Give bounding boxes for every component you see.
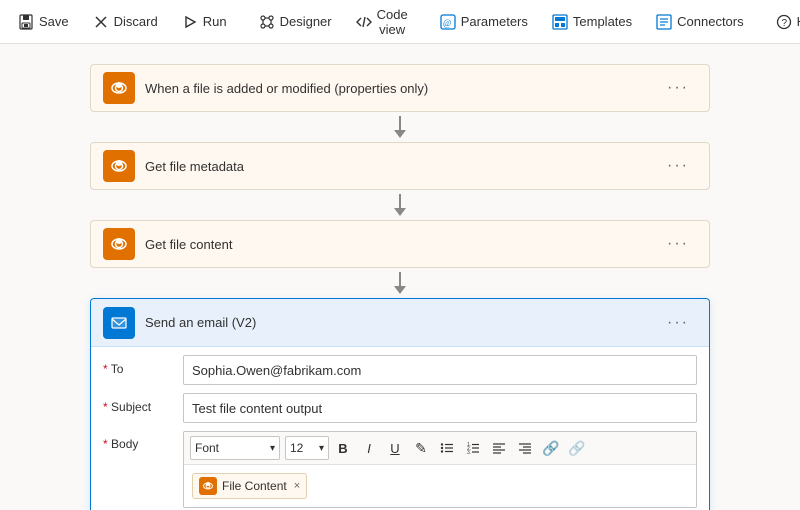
templates-icon [552, 14, 568, 30]
to-required: * [103, 362, 111, 376]
subject-required: * [103, 400, 111, 414]
font-size: 12 [290, 441, 303, 455]
save-label: Save [39, 14, 69, 29]
parameters-button[interactable]: @ Parameters [430, 8, 538, 36]
run-button[interactable]: Run [172, 8, 237, 36]
italic-button[interactable]: I [357, 436, 381, 460]
arrow-2 [394, 194, 406, 216]
step-3-more[interactable]: ··· [659, 231, 697, 257]
parameters-label: Parameters [461, 14, 528, 29]
step-1-title: When a file is added or modified (proper… [145, 81, 659, 96]
subject-label: * Subject [103, 393, 183, 414]
body-editor-toolbar: Font ▾ 12 ▾ B I U ✎ [184, 432, 696, 465]
align-right-button[interactable] [513, 436, 537, 460]
code-view-icon [356, 14, 372, 30]
body-content: File Content × [184, 465, 696, 507]
run-label: Run [203, 14, 227, 29]
discard-icon [93, 14, 109, 30]
toolbar: Save Discard Run [0, 0, 800, 44]
numbered-list-button[interactable]: 1. 2. 3. [461, 436, 485, 460]
svg-text:?: ? [781, 18, 787, 29]
discard-label: Discard [114, 14, 158, 29]
arrow-1 [394, 116, 406, 138]
token-icon [199, 477, 217, 495]
subject-input[interactable] [183, 393, 697, 423]
body-row: * Body Font ▾ 12 ▾ [103, 431, 697, 508]
save-button[interactable]: Save [8, 8, 79, 36]
body-editor: Font ▾ 12 ▾ B I U ✎ [183, 431, 697, 508]
discard-button[interactable]: Discard [83, 8, 168, 36]
subject-row: * Subject [103, 393, 697, 423]
help-icon: ? [776, 14, 792, 30]
step-1-more[interactable]: ··· [659, 75, 697, 101]
run-icon [182, 14, 198, 30]
token-label: File Content [222, 479, 287, 493]
font-size-dropdown[interactable]: 12 ▾ [285, 436, 329, 460]
font-dropdown[interactable]: Font ▾ [190, 436, 280, 460]
step-2-icon [103, 150, 135, 182]
font-dropdown-arrow: ▾ [270, 443, 275, 454]
step-3-title: Get file content [145, 237, 659, 252]
bold-button[interactable]: B [331, 436, 355, 460]
to-label: * To [103, 355, 183, 376]
color-pen-button[interactable]: ✎ [409, 436, 433, 460]
email-card-body: * To * Subject * Body [91, 347, 709, 510]
bullet-list-button[interactable] [435, 436, 459, 460]
connectors-icon [656, 14, 672, 30]
underline-button[interactable]: U [383, 436, 407, 460]
to-row: * To [103, 355, 697, 385]
code-view-button[interactable]: Code view [346, 1, 418, 43]
designer-icon [259, 14, 275, 30]
step-1-icon [103, 72, 135, 104]
token-close-button[interactable]: × [294, 480, 300, 492]
size-dropdown-arrow: ▾ [319, 443, 324, 454]
connectors-label: Connectors [677, 14, 743, 29]
email-step-icon [103, 307, 135, 339]
help-label: Help [797, 14, 800, 29]
templates-label: Templates [573, 14, 632, 29]
link-button[interactable]: 🔗 [539, 436, 563, 460]
email-step-title: Send an email (V2) [145, 315, 659, 330]
templates-button[interactable]: Templates [542, 8, 642, 36]
align-left-button[interactable] [487, 436, 511, 460]
save-icon [18, 14, 34, 30]
step-3-icon [103, 228, 135, 260]
to-input[interactable] [183, 355, 697, 385]
step-card-2[interactable]: Get file metadata ··· [90, 142, 710, 190]
arrow-3 [394, 272, 406, 294]
step-2-more[interactable]: ··· [659, 153, 697, 179]
svg-text:@: @ [443, 18, 451, 28]
file-content-token: File Content × [192, 473, 307, 499]
svg-text:3.: 3. [467, 450, 471, 455]
flow-container: When a file is added or modified (proper… [90, 64, 710, 510]
designer-label: Designer [280, 14, 332, 29]
code-view-label: Code view [377, 7, 408, 37]
designer-button[interactable]: Designer [249, 8, 342, 36]
step-card-1[interactable]: When a file is added or modified (proper… [90, 64, 710, 112]
canvas: When a file is added or modified (proper… [0, 44, 800, 510]
body-required: * [103, 437, 111, 451]
email-card-header[interactable]: Send an email (V2) ··· [91, 299, 709, 347]
step-2-title: Get file metadata [145, 159, 659, 174]
step-card-3[interactable]: Get file content ··· [90, 220, 710, 268]
help-button[interactable]: ? Help [766, 8, 800, 36]
email-step-more[interactable]: ··· [659, 310, 697, 336]
email-card: Send an email (V2) ··· * To * Subject [90, 298, 710, 510]
unlink-button[interactable]: 🔗 [565, 436, 589, 460]
font-name: Font [195, 441, 219, 455]
parameters-icon: @ [440, 14, 456, 30]
body-label: * Body [103, 431, 183, 451]
connectors-button[interactable]: Connectors [646, 8, 753, 36]
